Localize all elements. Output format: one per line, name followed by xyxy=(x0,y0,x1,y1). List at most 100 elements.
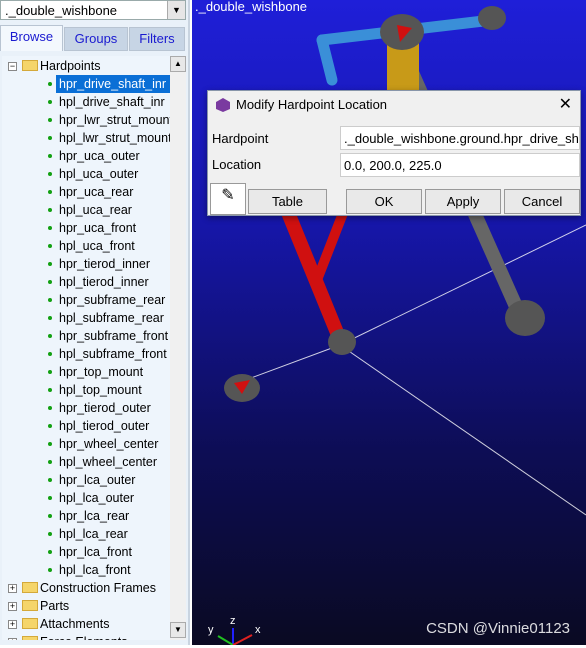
tree-item-hardpoint[interactable]: hpr_uca_outer xyxy=(56,147,140,165)
scroll-up-icon[interactable]: ▲ xyxy=(170,56,186,72)
tree-item-hardpoint[interactable]: hpl_uca_rear xyxy=(56,201,132,219)
hardpoint-icon xyxy=(48,136,52,140)
folder-label: Attachments xyxy=(40,617,110,631)
tree-item-hardpoint[interactable]: hpr_tierod_outer xyxy=(56,399,151,417)
tree-folder[interactable]: Force Elements xyxy=(22,633,128,640)
expand-icon[interactable]: + xyxy=(8,620,17,629)
tree-item-hardpoint[interactable]: hpl_wheel_center xyxy=(56,453,157,471)
tree-item-hardpoint[interactable]: hpl_tierod_inner xyxy=(56,273,149,291)
axis-triad xyxy=(217,628,253,646)
tree-item-hardpoint[interactable]: hpr_lca_rear xyxy=(56,507,129,525)
axis-z-label: z xyxy=(230,615,236,627)
chevron-down-icon[interactable]: ▼ xyxy=(167,1,185,19)
tree-item-hardpoint[interactable]: hpl_uca_front xyxy=(56,237,135,255)
tab-browse[interactable]: Browse xyxy=(0,25,63,51)
tab-filters[interactable]: Filters xyxy=(129,27,185,51)
location-label: Location xyxy=(212,157,262,172)
folder-icon xyxy=(22,582,38,593)
tree-view[interactable]: − Hardpoints hpr_drive_shaft_inr hpl_driv… xyxy=(2,56,170,640)
hardpoint-icon xyxy=(48,298,52,302)
hardpoint-icon xyxy=(48,532,52,536)
expand-icon[interactable]: + xyxy=(8,584,17,593)
tree-item-hardpoint[interactable]: hpl_lwr_strut_mount xyxy=(56,129,170,147)
hardpoint-icon xyxy=(48,550,52,554)
folder-icon xyxy=(22,60,38,71)
tree-item-hardpoint[interactable]: hpr_wheel_center xyxy=(56,435,158,453)
hardpoint-icon xyxy=(48,460,52,464)
hardpoint-icon xyxy=(48,352,52,356)
hardpoint-icon xyxy=(48,442,52,446)
tree-item-hardpoint[interactable]: hpr_top_mount xyxy=(56,363,143,381)
apply-button[interactable]: Apply xyxy=(425,189,501,214)
hardpoint-field[interactable]: ._double_wishbone.ground.hpr_drive_shaft… xyxy=(340,126,580,150)
app-icon xyxy=(216,98,230,112)
hardpoint-icon xyxy=(48,334,52,338)
close-icon[interactable]: ✕ xyxy=(559,94,572,114)
tree-item-hardpoint[interactable]: hpl_subframe_rear xyxy=(56,309,164,327)
expand-icon[interactable]: + xyxy=(8,602,17,611)
browser-panel: ._double_wishbone ▼ Browse Groups Filters… xyxy=(0,0,190,645)
table-button[interactable]: Table xyxy=(248,189,327,214)
watermark: CSDN @Vinnie01123 xyxy=(426,620,570,637)
tree-item-hardpoint[interactable]: hpr_tierod_inner xyxy=(56,255,150,273)
location-field[interactable]: 0.0, 200.0, 225.0 xyxy=(340,153,580,177)
edit-icon: ✎ xyxy=(221,187,235,204)
model-name-label: ._double_wishbone xyxy=(195,0,308,14)
tree-folder[interactable]: Attachments xyxy=(22,615,109,633)
folder-icon xyxy=(22,636,38,640)
hardpoint-icon xyxy=(48,208,52,212)
tab-groups[interactable]: Groups xyxy=(64,27,128,51)
tree-item-hardpoint[interactable]: hpr_uca_front xyxy=(56,219,136,237)
tree-item-hardpoint[interactable]: hpl_drive_shaft_inr xyxy=(56,93,165,111)
folder-label: Parts xyxy=(40,599,70,613)
hardpoint-icon xyxy=(48,82,52,86)
hardpoint-icon xyxy=(48,280,52,284)
tree-scrollbar[interactable]: ▲ ▼ xyxy=(170,56,186,640)
tree-folder[interactable]: Construction Frames xyxy=(22,579,156,597)
tree-item-hardpoint[interactable]: hpl_subframe_front xyxy=(56,345,167,363)
tree-item-hardpoint[interactable]: hpr_lwr_strut_mount xyxy=(56,111,170,129)
hardpoint-icon xyxy=(48,424,52,428)
axis-y-label: y xyxy=(208,624,214,636)
tree-item-hardpoint[interactable]: hpl_tierod_outer xyxy=(56,417,149,435)
modify-hardpoint-dialog: Modify Hardpoint Location ✕ Hardpoint ._… xyxy=(207,90,581,216)
hardpoint-icon xyxy=(48,568,52,572)
ok-button[interactable]: OK xyxy=(346,189,422,214)
collapse-icon[interactable]: − xyxy=(8,62,17,71)
hardpoint-icon xyxy=(48,406,52,410)
tree-item-hardpoint[interactable]: hpr_lca_outer xyxy=(56,471,135,489)
hardpoint-icon xyxy=(48,514,52,518)
tree-item-hardpoint[interactable]: hpr_drive_shaft_inr xyxy=(56,75,170,93)
hardpoint-icon xyxy=(48,262,52,266)
tree-folder-hardpoints[interactable]: Hardpoints xyxy=(22,57,100,75)
scroll-down-icon[interactable]: ▼ xyxy=(170,622,186,638)
hardpoint-icon xyxy=(48,190,52,194)
expand-icon[interactable]: + xyxy=(8,638,17,640)
axis-x-label: x xyxy=(255,624,261,636)
tree-item-hardpoint[interactable]: hpr_lca_front xyxy=(56,543,132,561)
hardpoint-icon xyxy=(48,478,52,482)
tree-item-hardpoint[interactable]: hpl_uca_outer xyxy=(56,165,138,183)
hardpoint-icon xyxy=(48,172,52,176)
tree-item-hardpoint[interactable]: hpl_lca_front xyxy=(56,561,131,579)
tree-item-hardpoint[interactable]: hpl_top_mount xyxy=(56,381,142,399)
folder-icon xyxy=(22,618,38,629)
tree-item-hardpoint[interactable]: hpl_lca_outer xyxy=(56,489,134,507)
hardpoint-icon xyxy=(48,370,52,374)
cancel-button[interactable]: Cancel xyxy=(504,189,580,214)
hardpoint-icon xyxy=(48,118,52,122)
folder-label: Force Elements xyxy=(40,635,128,640)
folder-label: Hardpoints xyxy=(40,59,101,73)
tree-item-hardpoint[interactable]: hpr_uca_rear xyxy=(56,183,133,201)
hardpoint-icon xyxy=(48,226,52,230)
tree-item-hardpoint[interactable]: hpr_subframe_rear xyxy=(56,291,165,309)
tree-item-hardpoint[interactable]: hpr_subframe_front xyxy=(56,327,168,345)
model-selector[interactable]: ._double_wishbone ▼ xyxy=(0,0,186,20)
hardpoint-icon xyxy=(48,316,52,320)
tree-folder[interactable]: Parts xyxy=(22,597,69,615)
function-builder-button[interactable]: ✎ xyxy=(210,183,246,215)
tree-item-hardpoint[interactable]: hpl_lca_rear xyxy=(56,525,128,543)
dialog-title: Modify Hardpoint Location xyxy=(236,97,388,112)
hardpoint-icon xyxy=(48,244,52,248)
model-selector-value: ._double_wishbone xyxy=(5,3,118,18)
